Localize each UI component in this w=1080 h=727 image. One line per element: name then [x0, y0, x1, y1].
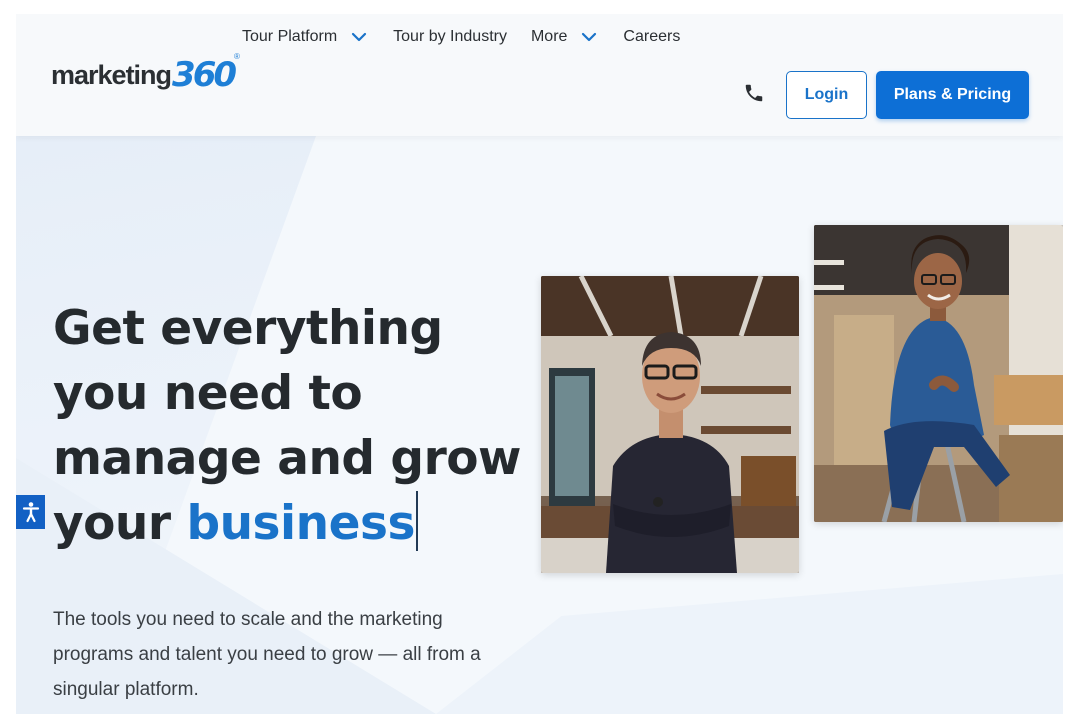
- nav-label: More: [530, 28, 568, 45]
- accessibility-button[interactable]: [16, 495, 45, 529]
- plans-pricing-button[interactable]: Plans & Pricing: [876, 71, 1029, 119]
- phone-icon[interactable]: [743, 82, 765, 104]
- site-header: marketing 360 ® Tour Platform Tour by In…: [16, 14, 1063, 136]
- headline-line: you need to: [53, 366, 363, 421]
- nav-label: Careers: [623, 28, 681, 45]
- headline-line: Get everything: [53, 301, 443, 356]
- hero-subtext: The tools you need to scale and the mark…: [53, 609, 481, 700]
- logo-number: 360: [172, 55, 237, 95]
- page-frame: marketing 360 ® Tour Platform Tour by In…: [16, 14, 1063, 714]
- hero-photo-man: [541, 276, 799, 573]
- nav-tour-by-industry[interactable]: Tour by Industry: [393, 28, 507, 46]
- nav-tour-platform[interactable]: Tour Platform: [242, 28, 367, 46]
- headline-accent-word: business: [186, 496, 415, 551]
- logo-registered-mark: ®: [234, 52, 240, 61]
- chevron-down-icon: [582, 32, 597, 42]
- logo-wordmark: marketing: [51, 60, 172, 90]
- chevron-down-icon: [352, 32, 367, 42]
- nav-more[interactable]: More: [531, 28, 597, 46]
- main-nav: Tour Platform Tour by Industry More Care…: [242, 26, 704, 48]
- hero-headline: Get everything you need to manage and gr…: [53, 296, 523, 556]
- text-caret: [415, 491, 418, 551]
- headline-line: your: [53, 496, 171, 551]
- marketing360-logo[interactable]: marketing 360 ®: [51, 50, 240, 95]
- nav-careers[interactable]: Careers: [623, 28, 680, 46]
- hero-photo-woman: [814, 225, 1063, 522]
- hero-bg-shape: [436, 574, 1063, 714]
- login-button[interactable]: Login: [786, 71, 867, 119]
- nav-label: Tour Platform: [242, 28, 338, 45]
- accessibility-icon: [22, 502, 39, 523]
- nav-label: Tour by Industry: [393, 28, 507, 45]
- headline-line: manage and grow: [53, 431, 521, 486]
